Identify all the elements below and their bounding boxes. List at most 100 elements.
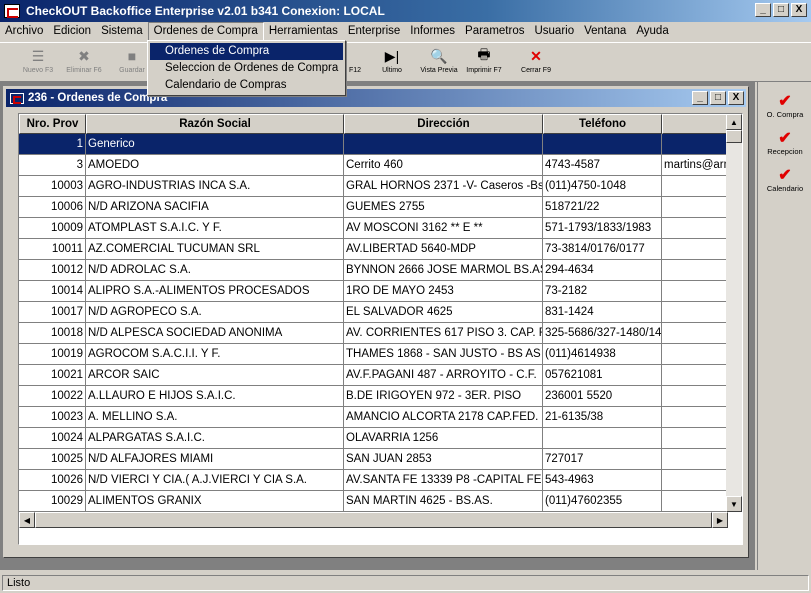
table-cell: EL SALVADOR 4625 — [344, 302, 543, 323]
table-row[interactable]: 3 AMOEDO Cerrito 460 4743-4587 martins@arnet — [19, 155, 742, 176]
horizontal-scrollbar[interactable]: ◀ ▶ — [19, 512, 728, 528]
grid-header: Nro. Prov Razón Social Dirección Teléfono — [19, 114, 742, 134]
column-header-1[interactable]: Razón Social — [86, 114, 344, 134]
menu-ayuda[interactable]: Ayuda — [631, 22, 673, 41]
table-cell: 10022 — [19, 386, 86, 407]
child-maximize-button[interactable]: □ — [710, 91, 726, 105]
table-cell: Generico — [86, 134, 344, 155]
table-row[interactable]: 10025 N/D ALFAJORES MIAMI SAN JUAN 2853 727… — [19, 449, 742, 470]
table-cell: 10017 — [19, 302, 86, 323]
scroll-up-icon[interactable]: ▲ — [726, 114, 742, 130]
table-cell: AV MOSCONI 3162 ** E ** — [344, 218, 543, 239]
shortcut-button-1[interactable]: ✔ Recepcion — [758, 131, 811, 169]
toolbar-label: Ultimo — [382, 67, 402, 74]
toolbar-button-4[interactable]: ▶| Ultimo — [370, 45, 414, 81]
menu-ordenes-de-compra[interactable]: Ordenes de Compra — [147, 22, 264, 41]
toolbar-button-1[interactable]: ✖ Eliminar F6 — [62, 45, 106, 81]
table-row[interactable]: 10018 N/D ALPESCA SOCIEDAD ANONIMA AV. COR… — [19, 323, 742, 344]
table-cell: 3 — [19, 155, 86, 176]
table-row[interactable]: 10026 N/D VIERCI Y CIA.( A.J.VIERCI Y CIA… — [19, 470, 742, 491]
column-header-0[interactable]: Nro. Prov — [19, 114, 86, 134]
table-cell: ALPARGATAS S.A.I.C. — [86, 428, 344, 449]
vertical-scrollbar[interactable]: ▲ ▼ — [726, 114, 742, 512]
menu-archivo[interactable]: Archivo — [0, 22, 48, 41]
table-cell: 1 — [19, 134, 86, 155]
table-row[interactable]: 10009 ATOMPLAST S.A.I.C. Y F. AV MOSCONI 3… — [19, 218, 742, 239]
menu-informes[interactable]: Informes — [405, 22, 460, 41]
table-row[interactable]: 10021 ARCOR SAIC AV.F.PAGANI 487 - ARROYIT… — [19, 365, 742, 386]
table-cell: 10025 — [19, 449, 86, 470]
table-row[interactable]: 10006 N/D ARIZONA SACIFIA GUEMES 2755 51872… — [19, 197, 742, 218]
child-window-controls: _ □ X — [692, 91, 744, 105]
child-minimize-button[interactable]: _ — [692, 91, 708, 105]
table-row[interactable]: 10011 AZ.COMERCIAL TUCUMAN SRL AV.LIBERTAD… — [19, 239, 742, 260]
menu-ventana[interactable]: Ventana — [579, 22, 631, 41]
table-row[interactable]: 10022 A.LLAURO E HIJOS S.A.I.C. B.DE IRIGO… — [19, 386, 742, 407]
table-cell: A. MELLINO S.A. — [86, 407, 344, 428]
column-header-3[interactable]: Teléfono — [543, 114, 662, 134]
table-cell: N/D ALPESCA SOCIEDAD ANONIMA — [86, 323, 344, 344]
scroll-down-icon[interactable]: ▼ — [726, 496, 742, 512]
menu-edicion[interactable]: Edicion — [48, 22, 96, 41]
vertical-scroll-thumb[interactable] — [726, 130, 742, 143]
table-cell: AGRO-INDUSTRIAS INCA S.A. — [86, 176, 344, 197]
save-icon: ■ — [127, 48, 137, 64]
table-row[interactable]: 10014 ALIPRO S.A.-ALIMENTOS PROCESADOS 1RO… — [19, 281, 742, 302]
table-cell: 73-3814/0176/0177 — [543, 239, 662, 260]
mdi-area: 236 - Ordenes de Compra _ □ X Nro. Prov R… — [0, 82, 755, 570]
table-row[interactable]: 10017 N/D AGROPECO S.A. EL SALVADOR 4625 83… — [19, 302, 742, 323]
table-cell: 10012 — [19, 260, 86, 281]
window-controls: _ □ X — [755, 3, 807, 17]
table-cell: AMOEDO — [86, 155, 344, 176]
minimize-button[interactable]: _ — [755, 3, 771, 17]
shortcut-button-0[interactable]: ✔ O. Compra — [758, 94, 811, 132]
table-cell: 4743-4587 — [543, 155, 662, 176]
table-cell: GUEMES 2755 — [344, 197, 543, 218]
status-bar: Listo — [0, 573, 811, 593]
table-cell: 73-2182 — [543, 281, 662, 302]
table-cell: Cerrito 460 — [344, 155, 543, 176]
table-row[interactable]: 10023 A. MELLINO S.A. AMANCIO ALCORTA 2178… — [19, 407, 742, 428]
status-text: Listo — [2, 575, 809, 591]
child-close-button[interactable]: X — [728, 91, 744, 105]
horizontal-scroll-thumb[interactable] — [35, 512, 712, 528]
table-cell: ATOMPLAST S.A.I.C. Y F. — [86, 218, 344, 239]
menu-enterprise[interactable]: Enterprise — [343, 22, 405, 41]
table-cell: AV.LIBERTAD 5640-MDP — [344, 239, 543, 260]
dropdown-item-0[interactable]: Ordenes de Compra — [150, 43, 343, 60]
toolbar-button-6[interactable]: 🖶 Imprimir F7 — [462, 45, 506, 81]
toolbar-button-0[interactable]: ☰ Nuevo F3 — [16, 45, 60, 81]
dropdown-item-2[interactable]: Calendario de Compras — [150, 77, 343, 94]
preview-icon: 🔍 — [430, 47, 448, 64]
close-button[interactable]: X — [791, 3, 807, 17]
table-row[interactable]: 10029 ALIMENTOS GRANIX SAN MARTIN 4625 - B… — [19, 491, 742, 512]
scroll-right-icon[interactable]: ▶ — [712, 512, 728, 528]
menu-herramientas[interactable]: Herramientas — [264, 22, 343, 41]
close-icon: ✕ — [530, 47, 542, 64]
toolbar-label: Vista Previa — [420, 67, 458, 74]
dropdown-item-1[interactable]: Seleccion de Ordenes de Compra — [150, 60, 343, 77]
shortcut-button-2[interactable]: ✔ Calendario — [758, 168, 811, 206]
table-row[interactable]: 10019 AGROCOM S.A.C.I.I. Y F. THAMES 1868 … — [19, 344, 742, 365]
toolbar-button-7[interactable]: ✕ Cerrar F9 — [514, 45, 558, 81]
table-row[interactable]: 10024 ALPARGATAS S.A.I.C. OLAVARRIA 1256 — [19, 428, 742, 449]
table-cell: (011)4750-1048 — [543, 176, 662, 197]
toolbar-label: Imprimir F7 — [466, 67, 502, 74]
child-title-bar: 236 - Ordenes de Compra _ □ X — [6, 89, 746, 107]
menu-parametros[interactable]: Parametros — [460, 22, 529, 41]
providers-grid: Nro. Prov Razón Social Dirección Teléfono 1… — [18, 113, 743, 545]
column-header-2[interactable]: Dirección — [344, 114, 543, 134]
menu-usuario[interactable]: Usuario — [529, 22, 579, 41]
table-cell: 325-5686/327-1480/148 — [543, 323, 662, 344]
table-row[interactable]: 1 Generico — [19, 134, 742, 155]
ordenes-de-compra-window: 236 - Ordenes de Compra _ □ X Nro. Prov R… — [3, 86, 749, 558]
table-row[interactable]: 10012 N/D ADROLAC S.A. BYNNON 2666 JOSE MA… — [19, 260, 742, 281]
toolbar-button-5[interactable]: 🔍 Vista Previa — [412, 45, 466, 81]
table-cell: 10026 — [19, 470, 86, 491]
table-cell: AV. CORRIENTES 617 PISO 3. CAP. FED. — [344, 323, 543, 344]
maximize-button[interactable]: □ — [773, 3, 789, 17]
table-cell: ARCOR SAIC — [86, 365, 344, 386]
table-row[interactable]: 10003 AGRO-INDUSTRIAS INCA S.A. GRAL HORNO… — [19, 176, 742, 197]
menu-sistema[interactable]: Sistema — [96, 22, 148, 41]
scroll-left-icon[interactable]: ◀ — [19, 512, 35, 528]
